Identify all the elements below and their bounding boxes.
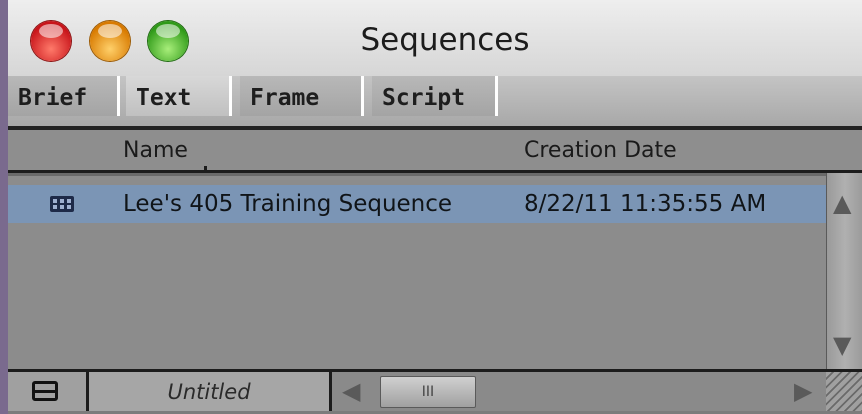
title-bar[interactable]: Sequences [8,0,862,77]
tab-brief[interactable]: Brief [8,76,120,116]
scroll-up-arrow-icon[interactable]: ▲ [833,191,851,215]
horizontal-scroll-thumb[interactable]: III [380,376,476,408]
tab-script[interactable]: Script [372,76,498,116]
tab-text[interactable]: Text [126,76,232,116]
view-tabs: Brief Text Frame Script [8,76,862,126]
sequence-icon [50,196,74,212]
scroll-right-arrow-icon[interactable]: ▶ [794,379,812,403]
row-name: Lee's 405 Training Sequence [123,191,453,217]
horizontal-scrollbar[interactable]: ◀ III ▶ [332,372,826,411]
column-header-row: Name Creation Date [8,130,862,176]
bin-menu-icon [32,381,58,401]
column-header-creation-date[interactable]: Creation Date [524,138,677,163]
row-creation-date: 8/22/11 11:35:55 AM [524,191,767,217]
scroll-left-arrow-icon[interactable]: ◀ [342,379,360,403]
scroll-down-arrow-icon[interactable]: ▼ [833,333,851,357]
sequence-list: Lee's 405 Training Sequence 8/22/11 11:3… [8,173,826,372]
table-row[interactable]: Lee's 405 Training Sequence 8/22/11 11:3… [8,185,826,223]
bin-window: Sequences Brief Text Frame Script Name C… [8,0,862,414]
window-title: Sequences [360,22,530,58]
fast-menu-button[interactable] [8,372,89,411]
status-bar: Untitled ◀ III ▶ [8,369,862,414]
vertical-scrollbar[interactable]: ▲ ▼ [826,173,862,369]
column-header-name[interactable]: Name [123,138,188,163]
tab-frame[interactable]: Frame [240,76,364,116]
bin-name-label: Untitled [89,372,332,411]
resize-grip-icon[interactable] [826,372,862,411]
